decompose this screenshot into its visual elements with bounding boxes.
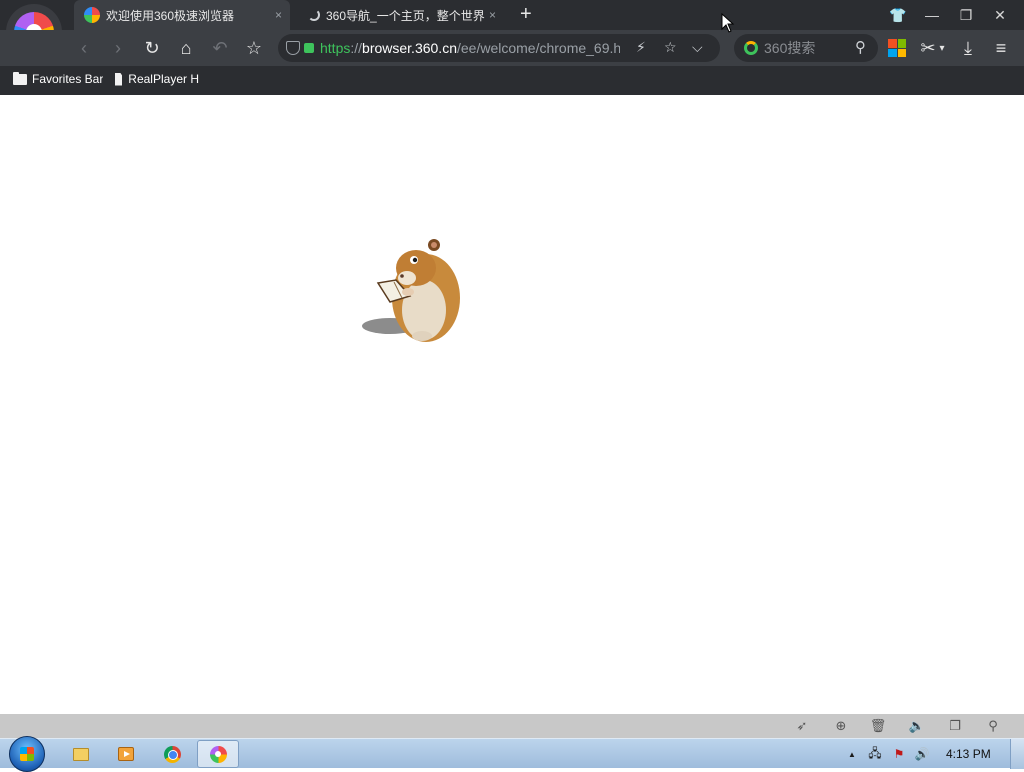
back-button[interactable]: ‹ <box>72 36 96 60</box>
navigation-toolbar: ‹ › ↻ ⌂ ↶ ☆ https://browser.360.cn/ee/we… <box>0 30 1024 66</box>
start-button[interactable] <box>9 736 45 772</box>
tab-close-icon[interactable]: × <box>275 8 282 22</box>
address-dropdown-icon[interactable]: ⌵ <box>692 39 703 56</box>
taskbar-chrome[interactable] <box>151 740 193 768</box>
screenshot-menu-icon[interactable]: ▾ <box>936 36 948 60</box>
home-button[interactable]: ⌂ <box>174 36 198 60</box>
hamster-reading-book-image <box>362 239 460 342</box>
action-center-icon[interactable]: ⚑ <box>890 745 908 763</box>
clock[interactable]: 4:13 PM <box>946 747 991 761</box>
app-center-icon[interactable] <box>888 39 906 57</box>
new-tab-button[interactable]: + <box>520 4 532 24</box>
page-content <box>0 95 1024 714</box>
volume-icon[interactable]: 🔈 <box>909 718 925 734</box>
360-browser-favicon-icon <box>84 7 100 23</box>
speed-icon[interactable]: ⊕ <box>833 718 849 734</box>
window-icon[interactable]: ❐ <box>947 718 963 734</box>
taskbar-360-browser[interactable] <box>197 740 239 768</box>
search-input[interactable] <box>764 40 864 56</box>
windows-taskbar: ▲ 🖧 ⚑ 🔊 4:13 PM <box>0 736 1024 772</box>
restore-button[interactable]: ❐ <box>949 0 983 30</box>
search-icon[interactable]: ⚲ <box>855 38 866 56</box>
favorites-button[interactable]: ☆ <box>242 36 266 60</box>
360-browser-icon <box>209 745 227 763</box>
zoom-icon[interactable]: ⚲ <box>985 718 1001 734</box>
close-window-button[interactable]: ✕ <box>983 0 1017 30</box>
360-search-engine-icon[interactable] <box>744 41 758 55</box>
search-box[interactable]: ⚲ <box>734 34 878 62</box>
url-text[interactable]: https://browser.360.cn/ee/welcome/chrome… <box>320 40 620 56</box>
tab-close-icon[interactable]: × <box>489 8 496 22</box>
network-icon[interactable]: 🖧 <box>866 745 884 763</box>
speed-mode-icon[interactable]: ⚡ <box>636 39 646 56</box>
show-hidden-icons-button[interactable]: ▲ <box>843 745 861 763</box>
folder-icon <box>13 72 27 85</box>
reload-button[interactable]: ↻ <box>140 36 164 60</box>
address-bar[interactable]: https://browser.360.cn/ee/welcome/chrome… <box>278 34 720 62</box>
tab-welcome[interactable]: 欢迎使用360极速浏览器 × <box>74 0 290 30</box>
tab-title: 欢迎使用360极速浏览器 <box>106 8 235 23</box>
security-shield-icon[interactable] <box>286 41 300 55</box>
bookmark-star-icon[interactable]: ☆ <box>664 39 677 56</box>
bookmarks-bar: Favorites Bar RealPlayer H <box>0 66 1024 95</box>
taskbar-explorer[interactable] <box>60 740 102 768</box>
media-player-icon <box>118 747 134 761</box>
bookmark-realplayer[interactable]: RealPlayer H <box>115 72 199 86</box>
minimize-button[interactable]: — <box>915 0 949 30</box>
tab-strip: 欢迎使用360极速浏览器 × 360导航_一个主页，整个世界 × + <box>74 0 874 30</box>
skin-icon[interactable]: 👕 <box>881 0 915 30</box>
forward-button[interactable]: › <box>106 36 130 60</box>
bookmark-label: RealPlayer H <box>128 72 199 86</box>
download-icon[interactable]: ⤓ <box>956 36 980 60</box>
bookmark-favorites-bar[interactable]: Favorites Bar <box>13 72 103 86</box>
volume-tray-icon[interactable]: 🔊 <box>913 745 931 763</box>
rocket-icon[interactable]: ➶ <box>794 718 810 734</box>
tab-360-navigation[interactable]: 360导航_一个主页，整个世界 × <box>298 0 504 30</box>
page-icon <box>115 72 123 86</box>
restore-closed-tab-button[interactable]: ↶ <box>208 36 232 60</box>
tab-title: 360导航_一个主页，整个世界 <box>326 8 485 23</box>
trash-icon[interactable]: 🗑 <box>870 718 887 734</box>
folder-icon <box>73 747 89 761</box>
browser-status-bar: ➶ ⊕ 🗑 🔈 ❐ ⚲ <box>0 714 1024 738</box>
loading-spinner-icon <box>308 9 320 21</box>
show-desktop-button[interactable] <box>1010 739 1024 769</box>
browser-chrome: 欢迎使用360极速浏览器 × 360导航_一个主页，整个世界 × + 👕 — ❐… <box>0 0 1024 95</box>
taskbar-media-player[interactable] <box>105 740 147 768</box>
main-menu-icon[interactable]: ≡ <box>989 36 1013 60</box>
bookmark-label: Favorites Bar <box>32 72 104 86</box>
lock-icon[interactable] <box>304 43 314 53</box>
chrome-icon <box>163 745 181 763</box>
